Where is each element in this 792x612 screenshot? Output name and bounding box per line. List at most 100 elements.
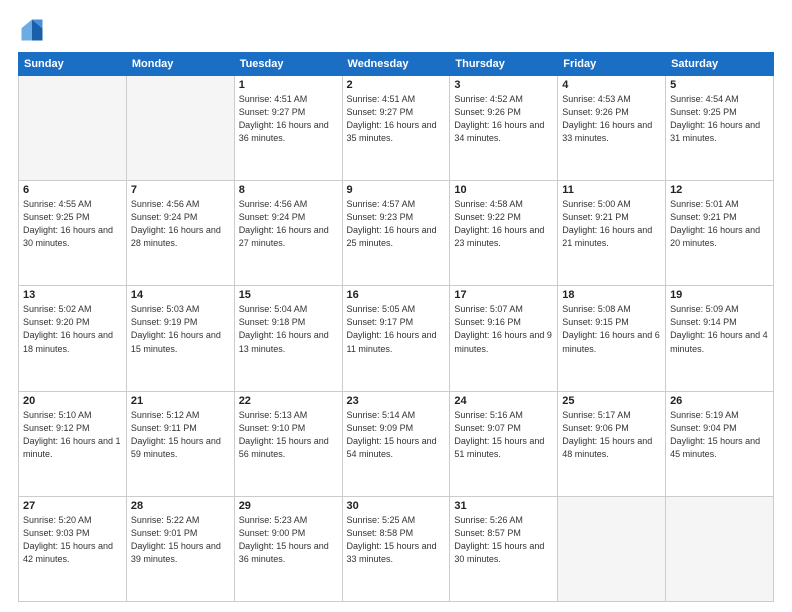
day-number: 16 [347,289,446,301]
day-number: 1 [239,79,338,91]
header-sunday: Sunday [19,53,127,76]
day-info: Sunrise: 5:02 AMSunset: 9:20 PMDaylight:… [23,303,122,355]
day-info: Sunrise: 5:14 AMSunset: 9:09 PMDaylight:… [347,409,446,461]
page-header [18,16,774,44]
calendar-header-row: Sunday Monday Tuesday Wednesday Thursday… [19,53,774,76]
day-number: 5 [670,79,769,91]
day-number: 19 [670,289,769,301]
day-number: 12 [670,184,769,196]
day-info: Sunrise: 5:08 AMSunset: 9:15 PMDaylight:… [562,303,661,355]
table-row: 18 Sunrise: 5:08 AMSunset: 9:15 PMDayligh… [558,286,666,391]
day-number: 24 [454,395,553,407]
day-info: Sunrise: 4:56 AMSunset: 9:24 PMDaylight:… [131,198,230,250]
day-number: 17 [454,289,553,301]
table-row: 15 Sunrise: 5:04 AMSunset: 9:18 PMDayligh… [234,286,342,391]
day-number: 2 [347,79,446,91]
table-row: 19 Sunrise: 5:09 AMSunset: 9:14 PMDayligh… [666,286,774,391]
day-number: 9 [347,184,446,196]
day-number: 7 [131,184,230,196]
day-number: 4 [562,79,661,91]
day-info: Sunrise: 4:51 AMSunset: 9:27 PMDaylight:… [347,93,446,145]
day-info: Sunrise: 5:01 AMSunset: 9:21 PMDaylight:… [670,198,769,250]
day-number: 30 [347,500,446,512]
header-friday: Friday [558,53,666,76]
day-info: Sunrise: 5:04 AMSunset: 9:18 PMDaylight:… [239,303,338,355]
day-number: 26 [670,395,769,407]
day-number: 11 [562,184,661,196]
day-info: Sunrise: 5:03 AMSunset: 9:19 PMDaylight:… [131,303,230,355]
header-monday: Monday [126,53,234,76]
table-row: 12 Sunrise: 5:01 AMSunset: 9:21 PMDayligh… [666,181,774,286]
table-row: 17 Sunrise: 5:07 AMSunset: 9:16 PMDayligh… [450,286,558,391]
table-row: 5 Sunrise: 4:54 AMSunset: 9:25 PMDaylight… [666,76,774,181]
day-info: Sunrise: 5:25 AMSunset: 8:58 PMDaylight:… [347,514,446,566]
day-number: 8 [239,184,338,196]
day-number: 25 [562,395,661,407]
day-info: Sunrise: 5:12 AMSunset: 9:11 PMDaylight:… [131,409,230,461]
table-row [19,76,127,181]
day-number: 13 [23,289,122,301]
day-info: Sunrise: 5:10 AMSunset: 9:12 PMDaylight:… [23,409,122,461]
day-number: 29 [239,500,338,512]
logo-icon [18,16,46,44]
table-row: 26 Sunrise: 5:19 AMSunset: 9:04 PMDayligh… [666,391,774,496]
table-row: 2 Sunrise: 4:51 AMSunset: 9:27 PMDaylight… [342,76,450,181]
header-thursday: Thursday [450,53,558,76]
day-info: Sunrise: 4:55 AMSunset: 9:25 PMDaylight:… [23,198,122,250]
day-number: 31 [454,500,553,512]
table-row: 7 Sunrise: 4:56 AMSunset: 9:24 PMDaylight… [126,181,234,286]
day-info: Sunrise: 4:52 AMSunset: 9:26 PMDaylight:… [454,93,553,145]
day-number: 14 [131,289,230,301]
table-row: 20 Sunrise: 5:10 AMSunset: 9:12 PMDayligh… [19,391,127,496]
day-number: 23 [347,395,446,407]
day-info: Sunrise: 5:00 AMSunset: 9:21 PMDaylight:… [562,198,661,250]
day-number: 18 [562,289,661,301]
day-info: Sunrise: 4:56 AMSunset: 9:24 PMDaylight:… [239,198,338,250]
table-row: 8 Sunrise: 4:56 AMSunset: 9:24 PMDaylight… [234,181,342,286]
logo [18,16,50,44]
table-row: 9 Sunrise: 4:57 AMSunset: 9:23 PMDaylight… [342,181,450,286]
day-number: 10 [454,184,553,196]
table-row: 10Sunrise: 4:58 AMSunset: 9:22 PMDayligh… [450,181,558,286]
table-row: 28 Sunrise: 5:22 AMSunset: 9:01 PMDayligh… [126,496,234,601]
day-info: Sunrise: 5:07 AMSunset: 9:16 PMDaylight:… [454,303,553,355]
day-info: Sunrise: 5:17 AMSunset: 9:06 PMDaylight:… [562,409,661,461]
table-row: 6 Sunrise: 4:55 AMSunset: 9:25 PMDaylight… [19,181,127,286]
table-row: 16Sunrise: 5:05 AMSunset: 9:17 PMDayligh… [342,286,450,391]
day-number: 28 [131,500,230,512]
day-info: Sunrise: 4:54 AMSunset: 9:25 PMDaylight:… [670,93,769,145]
day-info: Sunrise: 5:09 AMSunset: 9:14 PMDaylight:… [670,303,769,355]
day-info: Sunrise: 5:22 AMSunset: 9:01 PMDaylight:… [131,514,230,566]
calendar-week-row: 27 Sunrise: 5:20 AMSunset: 9:03 PMDayligh… [19,496,774,601]
day-info: Sunrise: 4:57 AMSunset: 9:23 PMDaylight:… [347,198,446,250]
day-info: Sunrise: 4:53 AMSunset: 9:26 PMDaylight:… [562,93,661,145]
table-row: 29 Sunrise: 5:23 AMSunset: 9:00 PMDayligh… [234,496,342,601]
calendar-week-row: 6 Sunrise: 4:55 AMSunset: 9:25 PMDaylight… [19,181,774,286]
table-row: 25 Sunrise: 5:17 AMSunset: 9:06 PMDayligh… [558,391,666,496]
header-saturday: Saturday [666,53,774,76]
header-tuesday: Tuesday [234,53,342,76]
day-info: Sunrise: 5:13 AMSunset: 9:10 PMDaylight:… [239,409,338,461]
day-info: Sunrise: 5:19 AMSunset: 9:04 PMDaylight:… [670,409,769,461]
day-info: Sunrise: 4:51 AMSunset: 9:27 PMDaylight:… [239,93,338,145]
calendar-week-row: 1 Sunrise: 4:51 AMSunset: 9:27 PMDaylight… [19,76,774,181]
table-row: 11 Sunrise: 5:00 AMSunset: 9:21 PMDayligh… [558,181,666,286]
day-number: 27 [23,500,122,512]
table-row [666,496,774,601]
day-number: 21 [131,395,230,407]
day-number: 15 [239,289,338,301]
day-number: 6 [23,184,122,196]
calendar-week-row: 20 Sunrise: 5:10 AMSunset: 9:12 PMDayligh… [19,391,774,496]
day-info: Sunrise: 5:16 AMSunset: 9:07 PMDaylight:… [454,409,553,461]
day-number: 20 [23,395,122,407]
day-info: Sunrise: 5:20 AMSunset: 9:03 PMDaylight:… [23,514,122,566]
table-row: 21 Sunrise: 5:12 AMSunset: 9:11 PMDayligh… [126,391,234,496]
table-row: 31Sunrise: 5:26 AMSunset: 8:57 PMDayligh… [450,496,558,601]
day-number: 22 [239,395,338,407]
table-row: 24 Sunrise: 5:16 AMSunset: 9:07 PMDayligh… [450,391,558,496]
day-info: Sunrise: 5:23 AMSunset: 9:00 PMDaylight:… [239,514,338,566]
table-row: 3Sunrise: 4:52 AMSunset: 9:26 PMDaylight… [450,76,558,181]
table-row: 13 Sunrise: 5:02 AMSunset: 9:20 PMDayligh… [19,286,127,391]
table-row [558,496,666,601]
table-row: 23 Sunrise: 5:14 AMSunset: 9:09 PMDayligh… [342,391,450,496]
